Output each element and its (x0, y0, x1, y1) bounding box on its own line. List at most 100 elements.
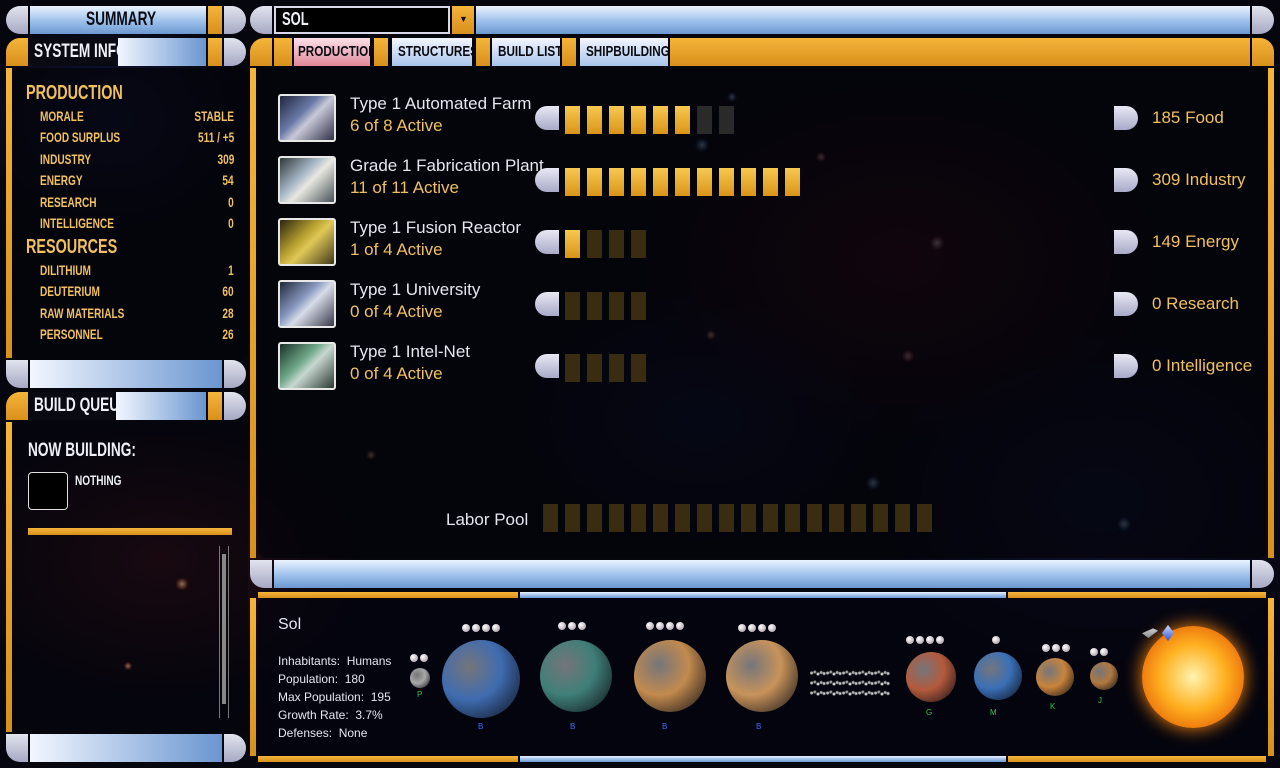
system-info-tab[interactable]: SYSTEM INFO (30, 38, 127, 66)
planet-mars[interactable] (906, 652, 956, 702)
summary-header-bar[interactable]: SUMMARY (30, 6, 206, 34)
activation-segment[interactable] (587, 230, 602, 258)
activation-segment[interactable] (609, 354, 624, 382)
planet-class-label: B (570, 722, 576, 731)
activation-segment[interactable] (565, 292, 580, 320)
farm-icon[interactable] (278, 94, 336, 142)
tab-structures[interactable]: STRUCTURES (392, 38, 478, 66)
labor-pool-segment[interactable] (587, 504, 602, 532)
sun[interactable] (1142, 626, 1244, 728)
decrease-button[interactable] (535, 354, 559, 378)
output-button[interactable] (1114, 354, 1138, 378)
activation-segment[interactable] (587, 106, 602, 134)
planet-uranus[interactable] (540, 640, 612, 712)
activation-segment[interactable] (609, 230, 624, 258)
activation-segment[interactable] (587, 168, 602, 196)
max-population-value: 195 (370, 690, 391, 704)
activation-segment[interactable] (631, 292, 646, 320)
fusion-reactor-icon[interactable] (278, 218, 336, 266)
activation-bar[interactable] (565, 168, 800, 196)
activation-bar[interactable] (565, 292, 646, 320)
labor-pool-segment[interactable] (675, 504, 690, 532)
output-button[interactable] (1114, 106, 1138, 130)
output-button[interactable] (1114, 168, 1138, 192)
activation-segment[interactable] (763, 168, 778, 196)
build-queue-tab[interactable]: BUILD QUEUE (30, 392, 128, 420)
activation-bar[interactable] (565, 230, 646, 258)
activation-segment[interactable] (741, 168, 756, 196)
system-selector[interactable]: SOL (274, 6, 450, 34)
labor-pool-segment[interactable] (741, 504, 756, 532)
asteroid-belt[interactable] (810, 668, 890, 696)
planet-class-label: K (1050, 702, 1056, 711)
activation-segment[interactable] (609, 168, 624, 196)
activation-segment[interactable] (565, 106, 580, 134)
labor-pool-segment[interactable] (829, 504, 844, 532)
activation-segment[interactable] (785, 168, 800, 196)
decrease-button[interactable] (535, 292, 559, 316)
labor-pool-segment[interactable] (565, 504, 580, 532)
labor-pool-segment[interactable] (697, 504, 712, 532)
activation-segment[interactable] (565, 354, 580, 382)
labor-pool-segment[interactable] (851, 504, 866, 532)
moon-icon (420, 654, 428, 662)
activation-segment[interactable] (653, 168, 668, 196)
labor-pool-segment[interactable] (917, 504, 932, 532)
labor-pool-bar[interactable] (543, 504, 932, 532)
activation-segment[interactable] (565, 230, 580, 258)
intel-net-icon[interactable] (278, 342, 336, 390)
labor-pool-segment[interactable] (807, 504, 822, 532)
decrease-button[interactable] (535, 168, 559, 192)
labor-pool-segment[interactable] (609, 504, 624, 532)
build-queue-scrollbar[interactable] (219, 546, 229, 718)
planet-jupiter[interactable] (726, 640, 798, 712)
planet-mercury[interactable] (1090, 662, 1118, 690)
scrollbar-thumb[interactable] (222, 554, 226, 704)
activation-bar[interactable] (565, 106, 734, 134)
labor-pool-segment[interactable] (895, 504, 910, 532)
planet-saturn[interactable] (634, 640, 706, 712)
planet-neptune[interactable] (442, 640, 520, 718)
activation-segment[interactable] (587, 292, 602, 320)
activation-segment[interactable] (587, 354, 602, 382)
build-item-slot[interactable] (28, 472, 68, 510)
activation-segment[interactable] (653, 106, 668, 134)
decrease-button[interactable] (535, 106, 559, 130)
decrease-button[interactable] (535, 230, 559, 254)
tab-shipbuilding[interactable]: SHIPBUILDING (580, 38, 670, 66)
activation-segment[interactable] (609, 292, 624, 320)
production-value: 0 (228, 193, 234, 210)
tab-build-list[interactable]: BUILD LIST (492, 38, 562, 66)
labor-pool-segment[interactable] (631, 504, 646, 532)
activation-segment[interactable] (631, 230, 646, 258)
labor-pool-segment[interactable] (785, 504, 800, 532)
labor-pool-segment[interactable] (763, 504, 778, 532)
activation-segment[interactable] (631, 106, 646, 134)
dropdown-button[interactable]: ▼ (452, 6, 474, 34)
labor-pool-segment[interactable] (873, 504, 888, 532)
planet-earth[interactable] (974, 652, 1022, 700)
fabrication-plant-icon[interactable] (278, 156, 336, 204)
resource-value: 28 (222, 304, 234, 321)
structure-status: 11 of 11 Active (350, 178, 459, 197)
labor-pool-segment[interactable] (653, 504, 668, 532)
tab-production[interactable]: PRODUCTION (294, 38, 377, 66)
activation-segment[interactable] (631, 354, 646, 382)
activation-segment[interactable] (675, 168, 690, 196)
planet-venus[interactable] (1036, 658, 1074, 696)
activation-segment[interactable] (631, 168, 646, 196)
activation-segment[interactable] (609, 106, 624, 134)
labor-pool-segment[interactable] (719, 504, 734, 532)
output-button[interactable] (1114, 230, 1138, 254)
activation-segment[interactable] (697, 106, 712, 134)
activation-segment[interactable] (697, 168, 712, 196)
university-icon[interactable] (278, 280, 336, 328)
activation-bar[interactable] (565, 354, 646, 382)
labor-pool-segment[interactable] (543, 504, 558, 532)
activation-segment[interactable] (675, 106, 690, 134)
activation-segment[interactable] (565, 168, 580, 196)
activation-segment[interactable] (719, 168, 734, 196)
output-button[interactable] (1114, 292, 1138, 316)
activation-segment[interactable] (719, 106, 734, 134)
planet-pluto[interactable] (410, 668, 430, 688)
